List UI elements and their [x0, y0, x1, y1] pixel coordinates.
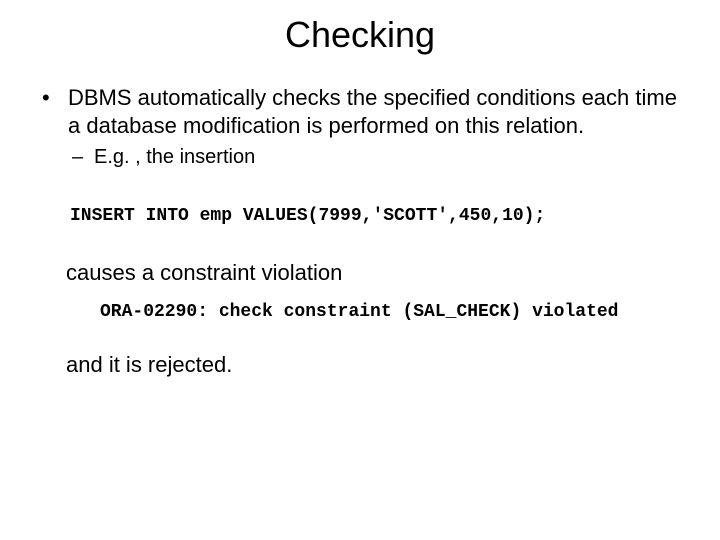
- code-insert-statement: INSERT INTO emp VALUES(7999,'SCOTT',450,…: [70, 206, 684, 226]
- sub-bullet-text: E.g. , the insertion: [94, 146, 255, 168]
- bullet-list: DBMS automatically checks the specified …: [36, 84, 684, 170]
- bullet-text: DBMS automatically checks the specified …: [68, 85, 677, 138]
- slide-title: Checking: [36, 14, 684, 56]
- sub-bullet-item: E.g. , the insertion: [68, 145, 684, 170]
- slide: Checking DBMS automatically checks the s…: [0, 0, 720, 540]
- sub-bullet-list: E.g. , the insertion: [68, 145, 684, 170]
- code-error-message: ORA-02290: check constraint (SAL_CHECK) …: [100, 302, 684, 322]
- body-text-rejected: and it is rejected.: [66, 352, 684, 378]
- body-text-violation: causes a constraint violation: [66, 260, 684, 286]
- bullet-item: DBMS automatically checks the specified …: [36, 84, 684, 170]
